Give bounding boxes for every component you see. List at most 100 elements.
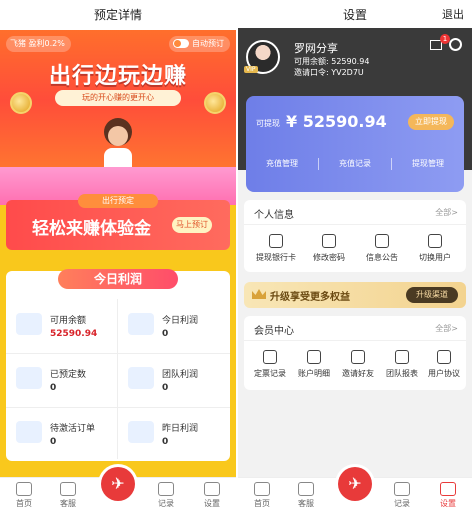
hero-title: 出行边玩边赚 [48, 64, 187, 89]
cell-value: 0 [50, 437, 57, 447]
promo-text: 轻松来赚体验金 [32, 219, 151, 239]
nav-service[interactable]: 客服 [48, 482, 88, 509]
invite-friends-item[interactable]: 邀请好友 [336, 350, 380, 379]
member-center-section: 会员中心 全部> 定票记录 账户明细 邀请好友 团队报表 用户协议 [244, 316, 466, 390]
item-label: 账户明细 [298, 369, 330, 378]
nav-label: 首页 [254, 499, 270, 508]
available-balance-text: 可用余额: 52590.94 [294, 57, 370, 66]
book-now-button[interactable]: 马上预订 [172, 217, 212, 233]
nav-home[interactable]: 首页 [4, 482, 44, 509]
bank-card-item[interactable]: 提现银行卡 [254, 234, 298, 263]
divider [244, 224, 466, 225]
auto-booking-label: 自动预订 [192, 39, 224, 48]
ticket-icon [16, 367, 42, 389]
promo-tag: 出行预定 [78, 194, 158, 208]
document-icon [307, 350, 321, 364]
upgrade-channel-button[interactable]: 升级渠道 [406, 287, 458, 303]
section-title: 个人信息 [254, 210, 294, 221]
profile-header: VIP 罗网分享 可用余额: 52590.94 邀请口令: YV2D7U 1 可… [238, 28, 472, 192]
record-icon [394, 482, 410, 496]
nav-service[interactable]: 客服 [286, 482, 326, 509]
recharge-record-link[interactable]: 充值记录 [319, 154, 391, 174]
team-report-item[interactable]: 团队报表 [380, 350, 424, 379]
settings-icon [204, 482, 220, 496]
nav-label: 记录 [394, 499, 410, 508]
today-profit-card: 今日利润 可用余额 52590.94 今日利润 0 已预定数 0 团队利润 0 … [6, 269, 230, 461]
home-icon [254, 482, 270, 496]
service-icon [298, 482, 314, 496]
item-label: 切换用户 [419, 253, 451, 262]
nav-label: 首页 [16, 499, 32, 508]
location-icon [375, 234, 389, 248]
account-detail-item[interactable]: 账户明细 [292, 350, 336, 379]
cell-label: 今日利润 [162, 316, 199, 326]
item-label: 信息公告 [366, 253, 398, 262]
nav-label: 记录 [158, 499, 174, 508]
settings-icon [440, 482, 456, 496]
view-all-link[interactable]: 全部> [435, 323, 458, 334]
withdraw-manage-link[interactable]: 提现管理 [392, 154, 464, 174]
auto-booking-toggle[interactable]: 自动预订 [169, 36, 230, 52]
view-all-link[interactable]: 全部> [435, 207, 458, 218]
gear-icon[interactable] [449, 38, 462, 51]
clipboard-icon [263, 350, 277, 364]
booking-details-screen: 预定详情 飞猪 盈利0.2% 自动预订 出行边玩边赚 玩的开心赚的更开心 出行预… [0, 0, 236, 511]
center-fab-icon: ✈ [338, 467, 372, 501]
page-title: 设置 [342, 8, 367, 22]
top-bar: 设置 退出 [238, 0, 472, 30]
cell-value: 0 [162, 383, 169, 393]
bottom-nav: 首页 客服 ✈ 记录 设置 [238, 464, 472, 511]
nav-home[interactable]: 首页 [242, 482, 282, 509]
center-fab[interactable]: ✈ [335, 464, 375, 504]
user-agreement-item[interactable]: 用户协议 [422, 350, 466, 379]
change-password-item[interactable]: 修改密码 [307, 234, 351, 263]
cell-label: 可用余额 [50, 316, 87, 326]
recharge-manage-link[interactable]: 充值管理 [246, 154, 318, 174]
cell-value: 0 [50, 383, 57, 393]
home-icon [16, 482, 32, 496]
upgrade-banner: 升级享受更多权益 升级渠道 [244, 282, 466, 308]
item-label: 用户协议 [428, 369, 460, 378]
withdraw-now-button[interactable]: 立即提现 [408, 114, 454, 130]
announcement-item[interactable]: 信息公告 [360, 234, 404, 263]
today-profit-title: 今日利润 [58, 269, 178, 289]
promo-banner[interactable]: 出行预定 轻松来赚体验金 马上预订 [6, 194, 230, 250]
switch-user-item[interactable]: 切换用户 [413, 234, 457, 263]
ticket-record-item[interactable]: 定票记录 [248, 350, 292, 379]
balance-card: 可提现 ¥ 52590.94 立即提现 充值管理 充值记录 提现管理 [246, 96, 464, 192]
item-label: 修改密码 [313, 253, 345, 262]
today-profit-cell: 今日利润 0 [118, 299, 229, 353]
chart-icon [128, 313, 154, 335]
document-icon [16, 421, 42, 443]
withdrawable-label: 可提现 [256, 119, 280, 128]
withdrawable-value: ¥ 52590.94 [286, 112, 387, 131]
nav-record[interactable]: 记录 [146, 482, 186, 509]
cell-value: 0 [162, 329, 169, 339]
center-fab[interactable]: ✈ [98, 464, 138, 504]
airplane-icon [128, 367, 154, 389]
center-fab-icon: ✈ [101, 467, 135, 501]
record-icon [158, 482, 174, 496]
logout-link[interactable]: 退出 [442, 0, 464, 30]
nav-settings[interactable]: 设置 [428, 482, 468, 509]
bottom-nav: 首页 客服 ✈ 记录 设置 [0, 464, 236, 511]
user-pill-label: 飞猪 盈利0.2% [10, 39, 65, 48]
item-label: 团队报表 [386, 369, 418, 378]
coin-icon [204, 92, 226, 114]
item-label: 提现银行卡 [256, 253, 296, 262]
personal-info-section: 个人信息 全部> 提现银行卡 修改密码 信息公告 切换用户 [244, 200, 466, 272]
agreement-icon [437, 350, 451, 364]
cell-label: 昨日利润 [162, 424, 199, 434]
cell-value: 0 [162, 437, 169, 447]
yesterday-profit-cell: 昨日利润 0 [118, 407, 229, 461]
nav-settings[interactable]: 设置 [192, 482, 232, 509]
divider [244, 340, 466, 341]
section-title: 会员中心 [254, 326, 294, 337]
cell-label: 已预定数 [50, 370, 87, 380]
nav-record[interactable]: 记录 [382, 482, 422, 509]
user-name: 罗网分享 [294, 42, 338, 55]
hero-top-bar: 飞猪 盈利0.2% 自动预订 [6, 36, 230, 54]
user-pill: 飞猪 盈利0.2% [6, 36, 71, 52]
hero-banner: 飞猪 盈利0.2% 自动预订 出行边玩边赚 玩的开心赚的更开心 [0, 30, 236, 205]
settings-screen: 设置 退出 VIP 罗网分享 可用余额: 52590.94 邀请口令: YV2D… [238, 0, 472, 511]
